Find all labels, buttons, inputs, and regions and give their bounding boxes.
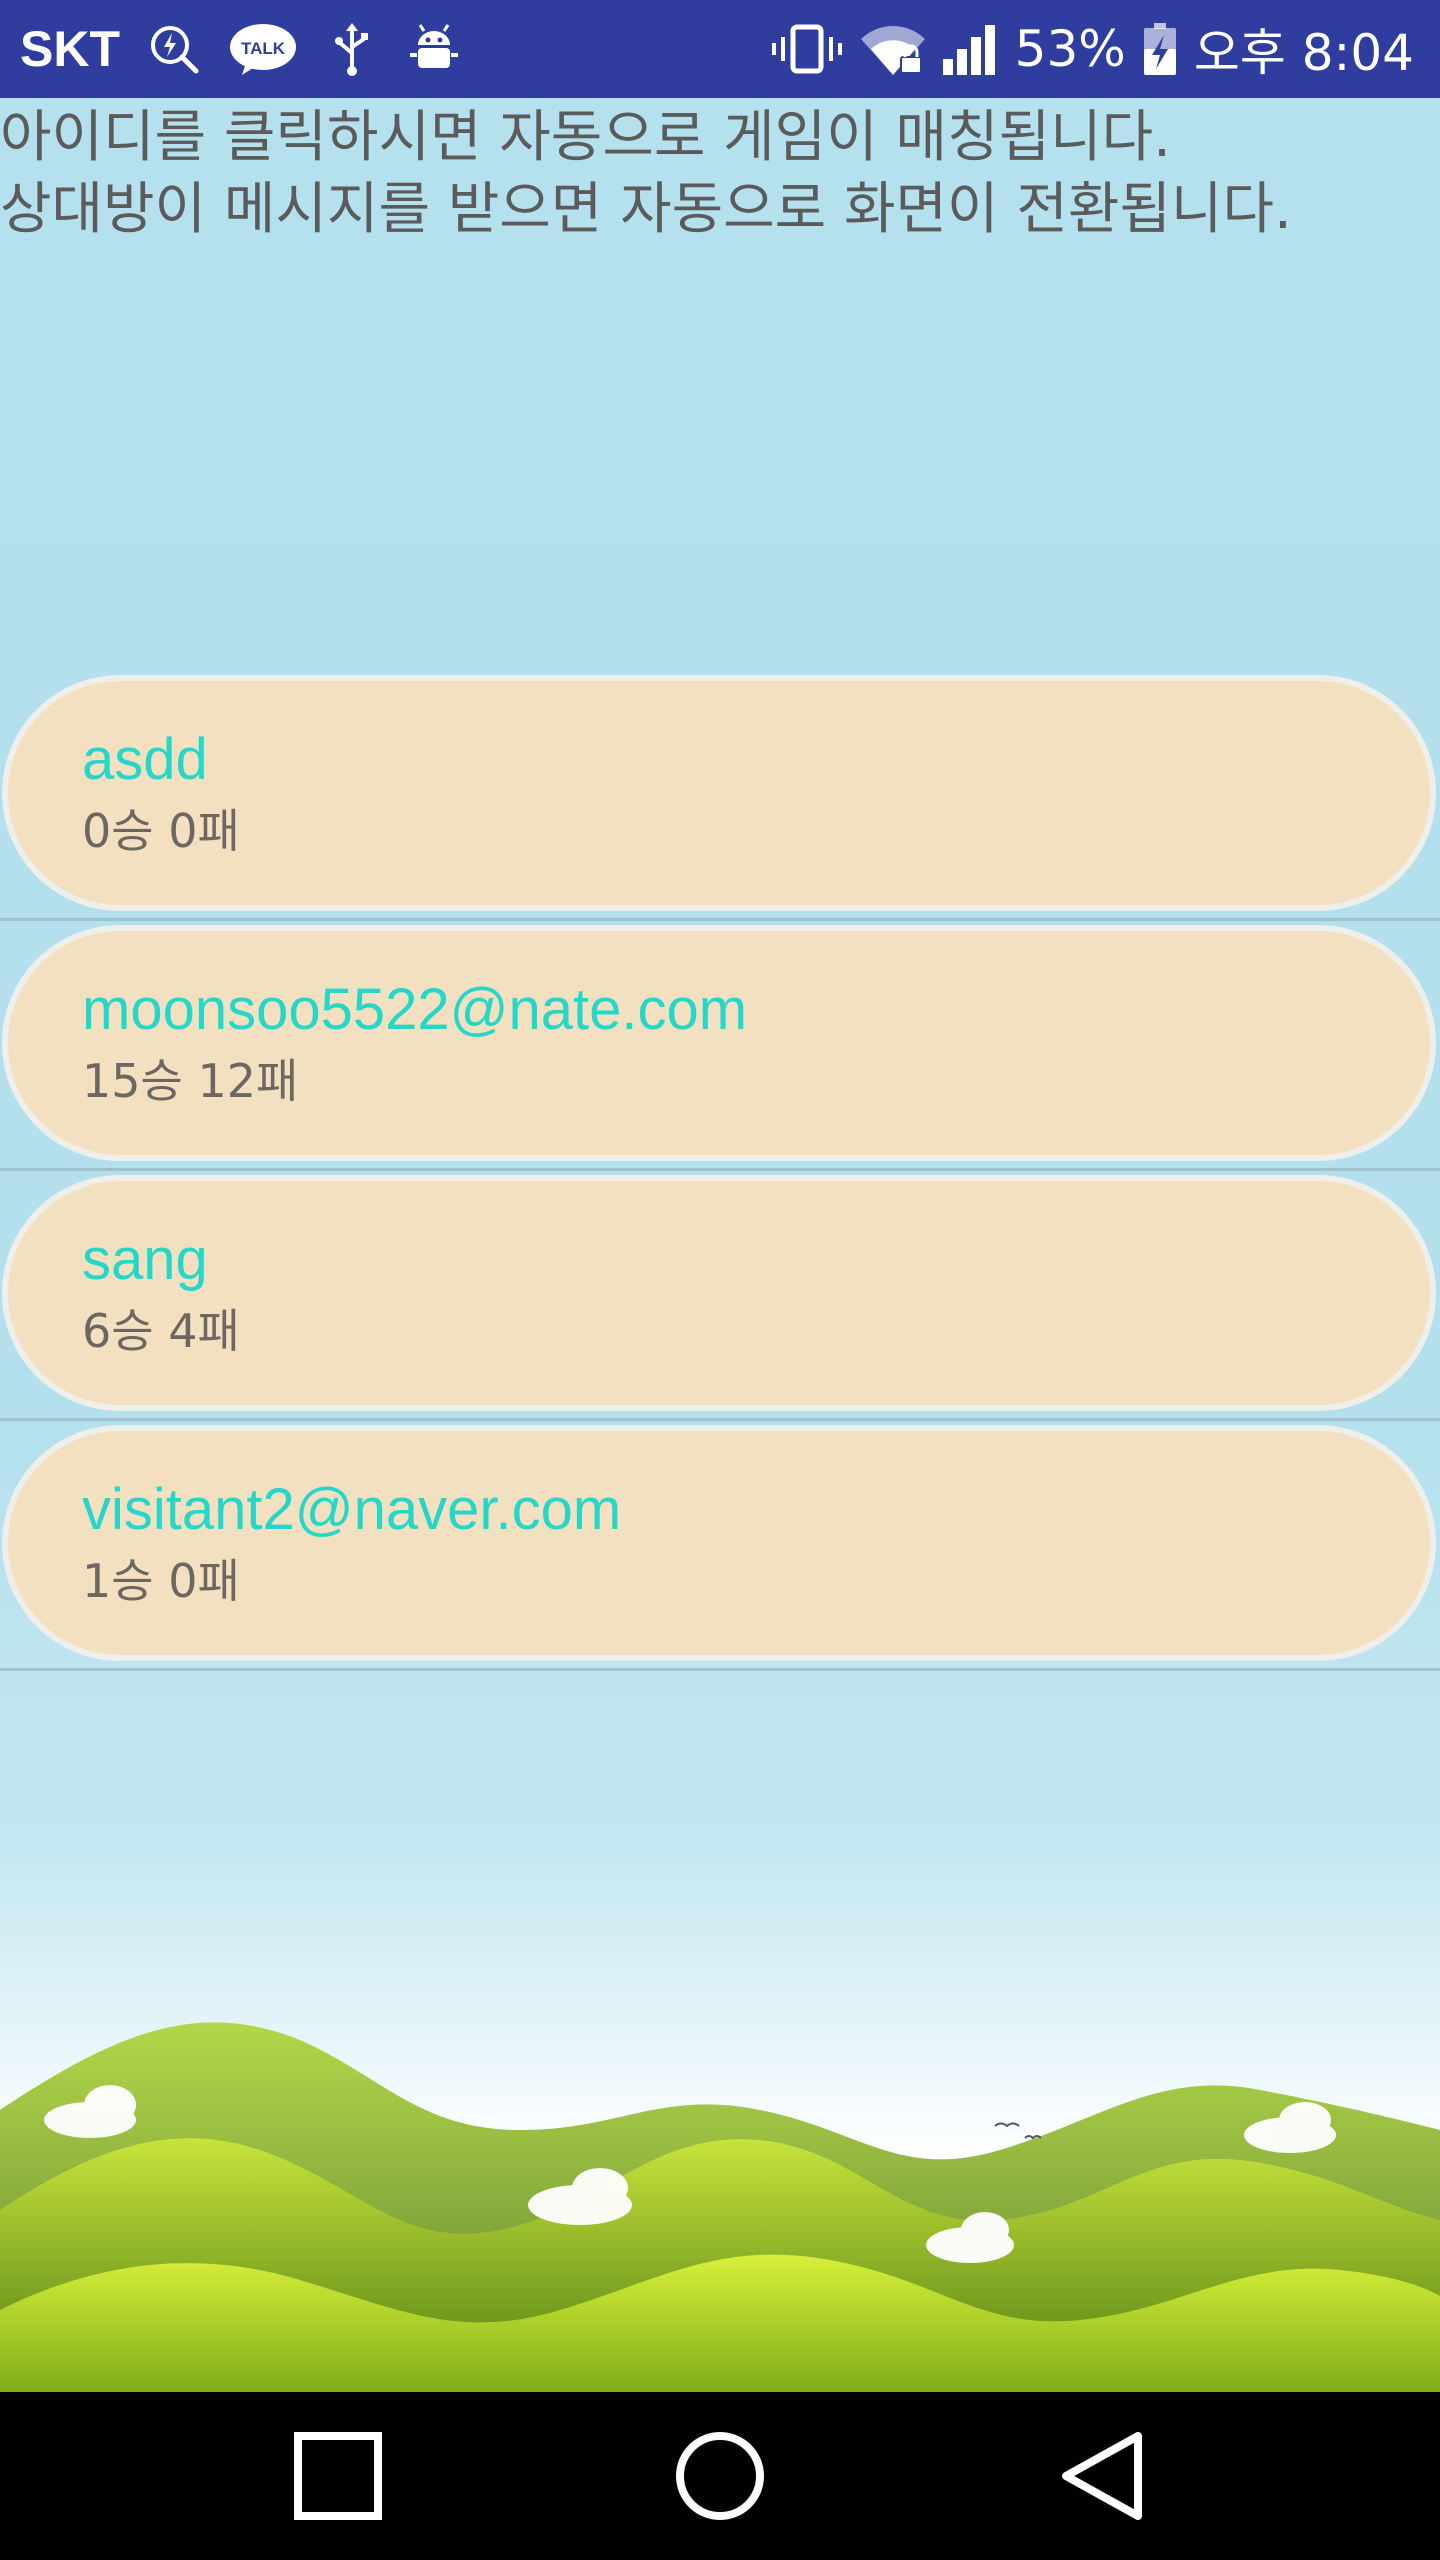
clock: 오후 8:04 [1193,24,1414,82]
user-list: asdd 0승 0패 moonsoo5522@nate.com 15승 12패 … [0,671,1440,1671]
status-bar: SKT TALK 53% 오후 8:04 [0,0,1440,98]
list-item: sang 6승 4패 [0,1171,1440,1421]
user-id: moonsoo5522@nate.com [82,977,748,1042]
back-icon[interactable] [1042,2416,1162,2536]
wifi-lock-icon [859,21,927,77]
user-id: visitant2@naver.com [82,1477,622,1542]
user-card-button[interactable]: visitant2@naver.com 1승 0패 [2,1425,1436,1661]
hills-background-image [0,1980,1440,2392]
charge-search-icon [146,21,202,77]
user-card-button[interactable]: moonsoo5522@nate.com 15승 12패 [2,925,1436,1161]
user-record: 6승 4패 [82,1304,240,1358]
android-debug-icon [406,21,462,77]
navigation-bar [0,2392,1440,2560]
instruction-line-1: 아이디를 클릭하시면 자동으로 게임이 매칭됩니다. [0,105,1171,170]
battery-charging-icon [1140,21,1180,77]
user-record: 15승 12패 [82,1054,299,1108]
list-item: asdd 0승 0패 [0,671,1440,921]
carrier-label: SKT [20,21,120,77]
kakaotalk-icon: TALK [228,21,298,77]
battery-percent: 53% [1014,20,1126,78]
usb-icon [324,21,380,77]
home-icon[interactable] [660,2416,780,2536]
user-card-button[interactable]: asdd 0승 0패 [2,675,1436,911]
user-record: 0승 0패 [82,804,240,858]
user-id: sang [82,1227,208,1292]
signal-icon [941,21,1001,77]
recent-apps-icon[interactable] [278,2416,398,2536]
vibrate-icon [769,21,845,77]
user-id: asdd [82,727,208,792]
instruction-line-2: 상대방이 메시지를 받으면 자동으로 화면이 전환됩니다. [0,177,1292,242]
instructions: 아이디를 클릭하시면 자동으로 게임이 매칭됩니다. 상대방이 메시지를 받으면… [0,102,1440,246]
list-item: visitant2@naver.com 1승 0패 [0,1421,1440,1671]
svg-text:TALK: TALK [241,39,286,58]
user-card-button[interactable]: sang 6승 4패 [2,1175,1436,1411]
list-item: moonsoo5522@nate.com 15승 12패 [0,921,1440,1171]
screen: SKT TALK 53% 오후 8:04 아이디를 클릭하시면 자동으로 게임이… [0,0,1440,2560]
user-record: 1승 0패 [82,1554,240,1608]
